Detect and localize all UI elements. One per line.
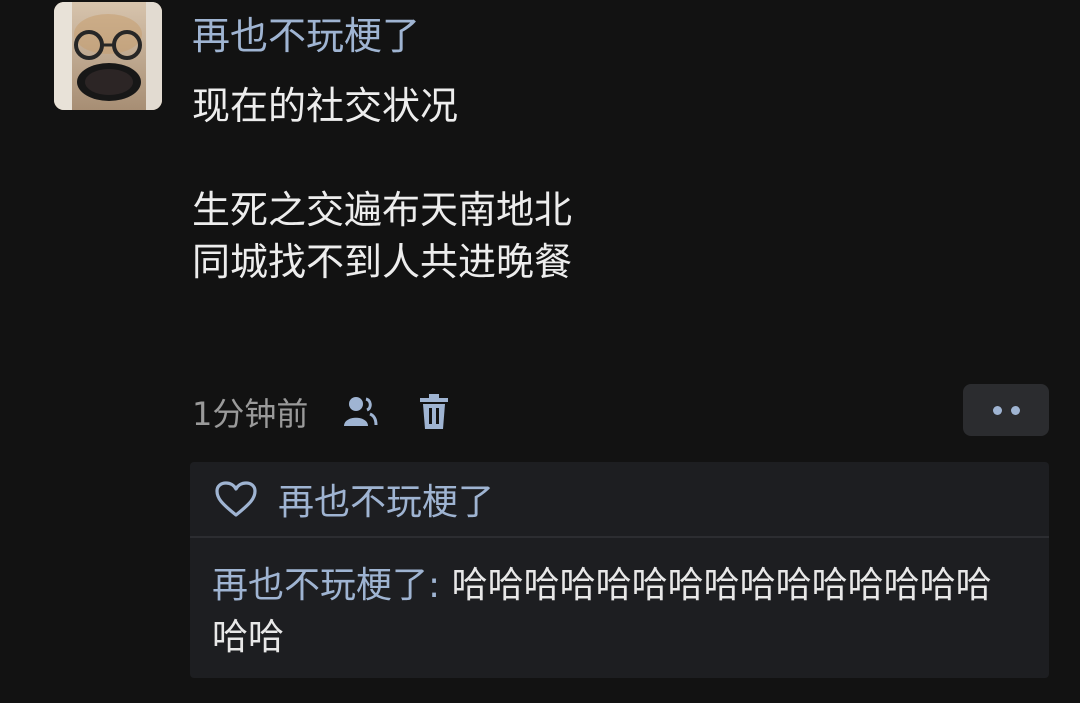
like-row: 再也不玩梗了 [190, 462, 1049, 536]
more-icon-dot [1010, 405, 1020, 415]
liker-name[interactable]: 再也不玩梗了 [278, 473, 494, 525]
post-meta-row: 1分钟前 [192, 388, 456, 436]
avatar[interactable] [54, 2, 162, 110]
post-text-line: 现在的社交状况 [192, 84, 459, 128]
divider [190, 536, 1049, 538]
trash-icon[interactable] [412, 390, 456, 434]
comment-author[interactable]: 再也不玩梗了 [212, 565, 428, 606]
more-icon [992, 405, 1002, 415]
poster-name[interactable]: 再也不玩梗了 [192, 10, 420, 62]
comment-item[interactable]: 再也不玩梗了: 哈哈哈哈哈哈哈哈哈哈哈哈哈哈哈哈哈 [212, 560, 1022, 664]
more-button[interactable] [963, 384, 1049, 436]
post-text-line: 同城找不到人共进晚餐 [192, 240, 573, 284]
avatar-image [54, 2, 162, 110]
post-text-line: 生死之交遍布天南地北 [192, 188, 573, 232]
post-blank-line [192, 132, 1012, 184]
post-body: 现在的社交状况 生死之交遍布天南地北 同城找不到人共进晚餐 [192, 80, 1012, 288]
comment-separator: : [428, 565, 441, 606]
post-time: 1分钟前 [192, 395, 309, 433]
friends-icon[interactable] [338, 390, 382, 434]
heart-icon [214, 477, 258, 521]
interaction-panel: 再也不玩梗了 再也不玩梗了: 哈哈哈哈哈哈哈哈哈哈哈哈哈哈哈哈哈 [190, 462, 1049, 678]
